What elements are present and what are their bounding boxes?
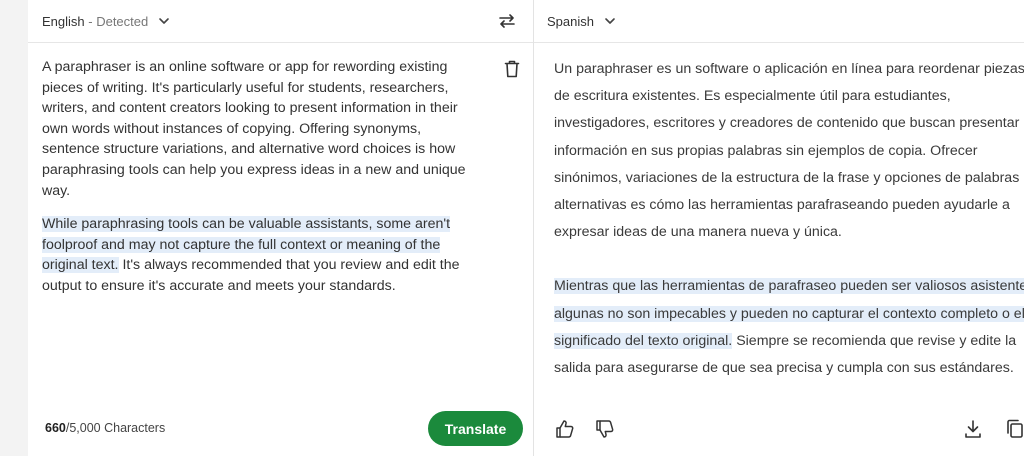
translation-output[interactable]: Un paraphraser es un software o aplicaci… (534, 44, 1024, 398)
source-language-select[interactable]: English - Detected (42, 13, 172, 29)
character-limit: /5,000 Characters (65, 421, 166, 435)
thumbs-down-button[interactable] (594, 418, 616, 440)
copy-button[interactable] (1004, 418, 1024, 440)
target-pane: Spanish Un paraphraser es un software o … (534, 0, 1024, 456)
source-pane: English - Detected A paraphraser is an o… (28, 0, 534, 456)
swap-languages-button[interactable] (495, 9, 519, 33)
target-language-bar: Spanish (534, 0, 1024, 43)
chevron-down-icon (605, 18, 615, 24)
download-button[interactable] (962, 418, 984, 440)
swap-arrows-icon (499, 14, 515, 28)
target-language-label: Spanish (547, 13, 594, 29)
copy-icon (1007, 419, 1023, 438)
target-paragraph-1: Un paraphraser es un software o aplicaci… (554, 61, 1024, 241)
character-count: 660/5,000 Characters (45, 421, 165, 435)
target-paragraph-2: Mientras que las herramientas de parafra… (554, 273, 1024, 382)
download-icon (965, 420, 981, 438)
output-actions (962, 418, 1024, 440)
source-language-label: English (42, 13, 85, 29)
clear-text-button[interactable] (504, 60, 522, 80)
translation-text: Un paraphraser es un software o aplicaci… (554, 56, 1024, 398)
target-language-select[interactable]: Spanish (547, 13, 618, 29)
chevron-down-icon (159, 18, 170, 24)
source-paragraph-1: A paraphraser is an online software or a… (42, 59, 466, 199)
translator-app: English - Detected A paraphraser is an o… (28, 0, 1024, 456)
character-count-value: 660 (45, 421, 66, 435)
detected-label: - Detected (88, 13, 149, 29)
source-language-bar: English - Detected (28, 0, 533, 43)
thumbs-down-icon (596, 420, 614, 438)
thumbs-up-icon (556, 420, 574, 438)
thumbs-up-button[interactable] (554, 418, 576, 440)
feedback-controls (554, 418, 616, 440)
source-paragraph-2: While paraphrasing tools can be valuable… (42, 214, 482, 296)
trash-icon (504, 60, 520, 78)
translate-button[interactable]: Translate (428, 411, 523, 446)
source-text-area[interactable]: A paraphraser is an online software or a… (42, 57, 482, 310)
